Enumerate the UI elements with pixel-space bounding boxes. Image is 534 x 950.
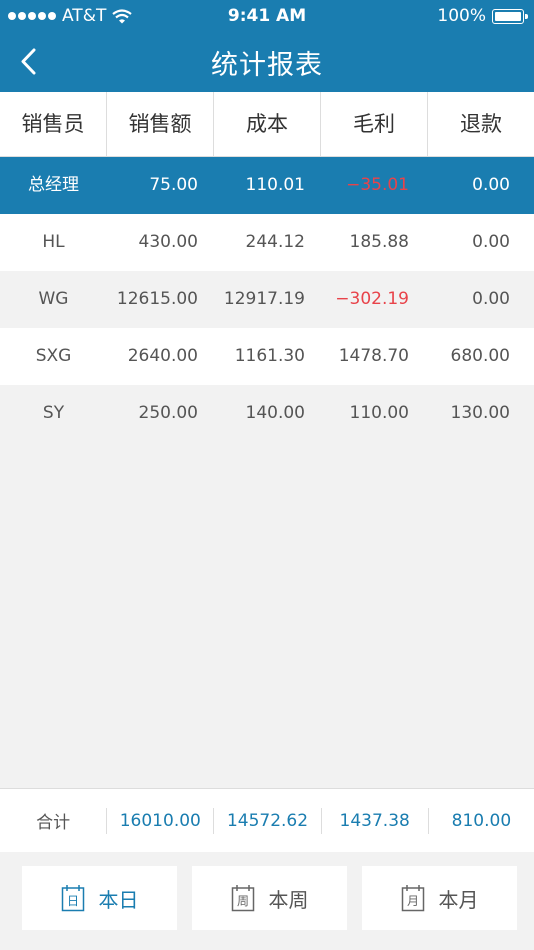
sales-cell: 75.00: [149, 175, 198, 195]
salesperson-cell: SY: [42, 403, 65, 423]
profit-cell: −35.01: [346, 175, 409, 195]
column-header-cost[interactable]: 成本: [214, 92, 321, 156]
page-title: 统计报表: [211, 50, 323, 81]
total-profit: 1437.38: [320, 807, 428, 834]
calendar-day-icon: 日: [61, 885, 84, 912]
battery-icon: [492, 8, 528, 24]
cost-cell: 110.01: [245, 175, 305, 195]
total-refund: 810.00: [427, 807, 534, 834]
this-month-label: 本月: [438, 887, 479, 912]
cost-cell: 12917.19: [223, 289, 305, 309]
cost-cell: 244.12: [245, 232, 305, 252]
calendar-month-icon: 月: [401, 885, 424, 912]
total-sales: 16010.00: [106, 807, 213, 834]
salesperson-cell: 总经理: [28, 175, 79, 195]
table-row[interactable]: 总经理 75.00 110.01 −35.01 0.00: [0, 157, 534, 214]
sales-cell: 250.00: [138, 403, 198, 423]
svg-text:日: 日: [66, 894, 78, 908]
column-header-salesperson[interactable]: 销售员: [0, 92, 107, 156]
table-row[interactable]: SY 250.00 140.00 110.00 130.00: [0, 385, 534, 442]
profit-cell: 185.88: [349, 232, 409, 252]
totals-row: 合计 16010.00 14572.62 1437.38 810.00: [0, 788, 534, 853]
this-week-label: 本周: [268, 887, 309, 912]
profit-cell: 110.00: [349, 403, 409, 423]
table-row[interactable]: HL 430.00 244.12 185.88 0.00: [0, 214, 534, 271]
refund-cell: 0.00: [472, 232, 510, 252]
today-button[interactable]: 日 本日: [22, 866, 177, 930]
this-month-button[interactable]: 月 本月: [362, 866, 517, 930]
sales-cell: 12615.00: [116, 289, 198, 309]
refund-cell: 0.00: [472, 289, 510, 309]
salesperson-cell: SXG: [35, 346, 72, 366]
cost-cell: 140.00: [245, 403, 305, 423]
table-row[interactable]: WG 12615.00 12917.19 −302.19 0.00: [0, 271, 534, 328]
profit-cell: −302.19: [335, 289, 409, 309]
salesperson-cell: WG: [38, 289, 69, 309]
profit-cell: 1478.70: [338, 346, 409, 366]
today-label: 本日: [98, 887, 139, 912]
table-header: 销售员 销售额 成本 毛利 退款: [0, 92, 534, 157]
battery-percent: 100%: [437, 6, 486, 26]
status-bar: AT&T 9:41 AM 100%: [0, 0, 534, 32]
svg-text:周: 周: [236, 894, 248, 908]
column-header-sales[interactable]: 销售额: [107, 92, 214, 156]
sales-cell: 2640.00: [127, 346, 198, 366]
svg-text:月: 月: [406, 894, 418, 908]
table-row[interactable]: SXG 2640.00 1161.30 1478.70 680.00: [0, 328, 534, 385]
total-cost: 14572.62: [213, 807, 320, 834]
top-bar: AT&T 9:41 AM 100% 统计报表: [0, 0, 534, 92]
sales-cell: 430.00: [138, 232, 198, 252]
column-header-refund[interactable]: 退款: [428, 92, 534, 156]
period-selector: 日 本日 周 本周 月 本月: [0, 852, 534, 950]
this-week-button[interactable]: 周 本周: [192, 866, 347, 930]
salesperson-cell: HL: [42, 232, 65, 252]
refund-cell: 680.00: [450, 346, 510, 366]
sales-table: 总经理 75.00 110.01 −35.01 0.00 HL 430.00 2…: [0, 157, 534, 442]
nav-bar: 统计报表: [0, 32, 534, 92]
totals-label: 合计: [36, 813, 71, 833]
refund-cell: 130.00: [450, 403, 510, 423]
column-header-profit[interactable]: 毛利: [321, 92, 428, 156]
refund-cell: 0.00: [472, 175, 510, 195]
cost-cell: 1161.30: [234, 346, 305, 366]
calendar-week-icon: 周: [231, 885, 254, 912]
